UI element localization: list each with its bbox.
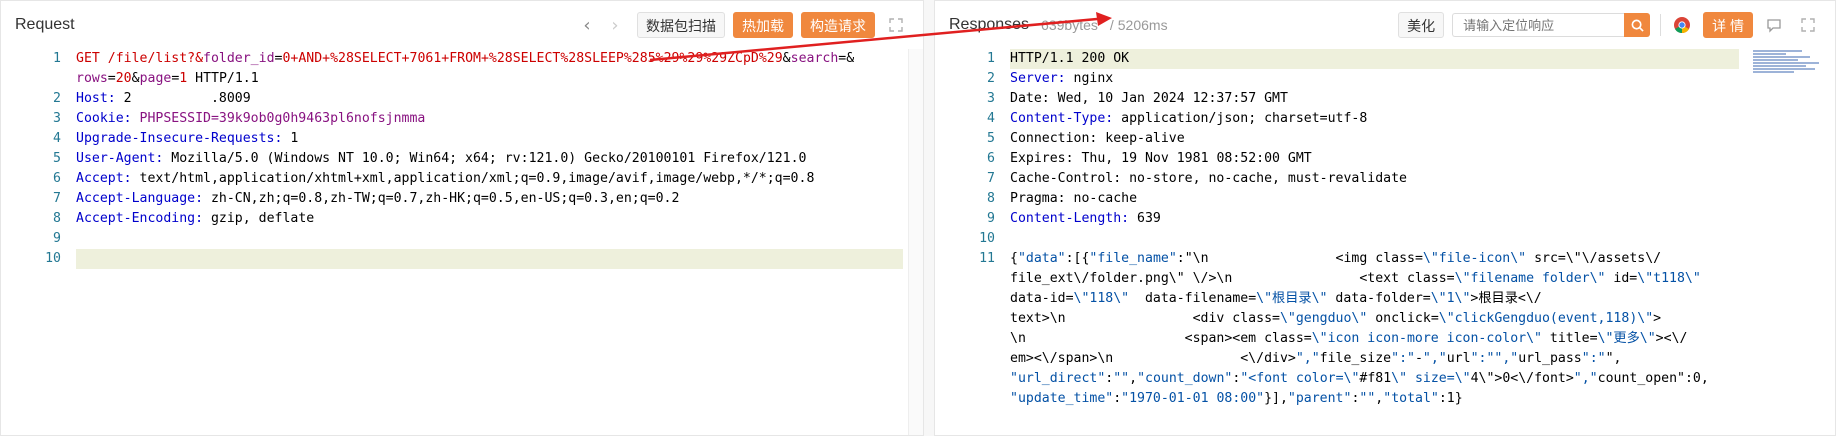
chrome-icon[interactable]	[1669, 12, 1695, 38]
request-line-numbers: 1 2 3 4 5 6 7 8 9 10	[1, 49, 61, 269]
request-line: Accept-Language: zh-CN,zh;q=0.8,zh-TW;q=…	[76, 191, 680, 206]
build-request-button[interactable]: 构造请求	[801, 12, 875, 38]
request-line: Host: 2 .8009	[76, 91, 251, 106]
comment-icon[interactable]	[1761, 12, 1787, 38]
request-line: Upgrade-Insecure-Requests: 1	[76, 131, 299, 146]
response-line: em><\/span>\n <\/div>","file_size":"-","…	[1010, 351, 1622, 366]
request-line: Cookie: PHPSESSID=39k9ob0g0h9463pl6nofsj…	[76, 111, 426, 126]
line-number: 11	[979, 251, 995, 266]
response-line: "url_direct":"","count_down":"<font colo…	[1010, 371, 1709, 386]
request-line	[76, 229, 903, 249]
expand-icon[interactable]	[1795, 12, 1821, 38]
line-number: 3	[53, 111, 61, 126]
request-line: rows=20&page=1 HTTP/1.1	[76, 71, 259, 86]
line-number: 6	[53, 171, 61, 186]
line-number	[935, 349, 995, 369]
request-header: Request ‹ › 数据包扫描 热加载 构造请求	[1, 1, 923, 49]
line-number	[935, 329, 995, 349]
response-line: Server: nginx	[1010, 71, 1114, 86]
line-number	[935, 409, 995, 429]
line-number	[1, 69, 61, 89]
response-line: \n <span><em class=\"icon icon-more icon…	[1010, 331, 1688, 346]
response-line: Cache-Control: no-store, no-cache, must-…	[1010, 171, 1407, 186]
forward-arrow-icon[interactable]: ›	[601, 11, 629, 39]
line-number: 6	[987, 151, 995, 166]
request-code[interactable]: GET /file/list?&folder_id=0+AND+%28SELEC…	[76, 49, 903, 269]
request-editor[interactable]: 1 2 3 4 5 6 7 8 9 10 GET /file/list?&folder_id=0+…	[1, 49, 923, 435]
line-number: 2	[987, 71, 995, 86]
response-line-numbers: 1 2 3 4 5 6 7 8 9 10 11	[935, 49, 995, 429]
response-header: Responses 639bytes / 5206ms 美化 详 情	[935, 1, 1835, 49]
request-line: GET /file/list?&folder_id=0+AND+%28SELEC…	[76, 51, 855, 66]
beautify-button[interactable]: 美化	[1398, 12, 1445, 38]
back-arrow-icon[interactable]: ‹	[573, 11, 601, 39]
detail-button[interactable]: 详 情	[1703, 12, 1753, 38]
line-number: 7	[987, 171, 995, 186]
line-number: 1	[53, 51, 61, 66]
response-line: "update_time":"1970-01-01 08:00"}],"pare…	[1010, 391, 1463, 406]
line-number: 5	[53, 151, 61, 166]
response-pane: Responses 639bytes / 5206ms 美化 详 情 1 2 3 4 5…	[934, 0, 1836, 436]
response-line: {"data":[{"file_name":"\n <img class=\"f…	[1010, 251, 1662, 266]
line-number: 10	[979, 231, 995, 246]
response-line: Content-Type: application/json; charset=…	[1010, 111, 1368, 126]
request-title: Request	[15, 16, 75, 33]
response-title: Responses	[949, 16, 1030, 33]
line-number: 7	[53, 191, 61, 206]
response-line: Expires: Thu, 19 Nov 1981 08:52:00 GMT	[1010, 151, 1312, 166]
response-size: 639bytes	[1041, 17, 1098, 33]
response-line: Pragma: no-cache	[1010, 191, 1138, 206]
search-button[interactable]	[1624, 13, 1651, 37]
response-line: HTTP/1.1 200 OK	[1010, 49, 1739, 69]
line-number: 9	[987, 211, 995, 226]
line-number: 8	[987, 191, 995, 206]
request-line: Accept-Encoding: gzip, deflate	[76, 211, 315, 226]
line-number: 2	[53, 91, 61, 106]
request-scrollbar[interactable]	[908, 49, 923, 435]
line-number: 1	[987, 51, 995, 66]
response-time: 5206ms	[1117, 17, 1168, 33]
request-line: User-Agent: Mozilla/5.0 (Windows NT 10.0…	[76, 151, 807, 166]
response-minimap[interactable]	[1753, 49, 1835, 89]
line-number	[935, 269, 995, 289]
request-line: Accept: text/html,application/xhtml+xml,…	[76, 171, 815, 186]
response-line: text>\n <div class=\"gengduo\" onclick=\…	[1010, 311, 1662, 326]
line-number	[935, 309, 995, 329]
response-line: data-id=\"118\" data-filename=\"根目录\" da…	[1010, 291, 1542, 306]
response-line: Connection: keep-alive	[1010, 131, 1185, 146]
response-line	[1010, 229, 1739, 249]
response-line: Content-Length: 639	[1010, 211, 1161, 226]
line-number: 4	[53, 131, 61, 146]
line-number	[935, 369, 995, 389]
line-number: 9	[53, 231, 61, 246]
response-search-input[interactable]	[1452, 13, 1625, 37]
line-number: 10	[45, 251, 61, 266]
response-code[interactable]: HTTP/1.1 200 OK Server: nginx Date: Wed, 1…	[1010, 49, 1739, 409]
line-number	[935, 389, 995, 409]
line-number: 4	[987, 111, 995, 126]
search-icon	[1631, 19, 1644, 32]
response-editor[interactable]: 1 2 3 4 5 6 7 8 9 10 11 HTTP/1.1 200 OK Server: ngi…	[935, 49, 1835, 435]
response-line: Date: Wed, 10 Jan 2024 12:37:57 GMT	[1010, 91, 1288, 106]
line-number: 3	[987, 91, 995, 106]
response-separator: /	[1109, 17, 1114, 33]
line-number: 5	[987, 131, 995, 146]
line-number	[935, 289, 995, 309]
toolbar-divider	[1660, 14, 1662, 36]
response-line: file_ext\/folder.png\" \/>\n <text class…	[1010, 271, 1701, 286]
expand-icon[interactable]	[883, 12, 909, 38]
hot-load-button[interactable]: 热加载	[733, 12, 793, 38]
line-number: 8	[53, 211, 61, 226]
packet-scan-button[interactable]: 数据包扫描	[637, 12, 725, 38]
request-pane: Request ‹ › 数据包扫描 热加载 构造请求 1 2 3 4 5 6 7 8 9 10 G…	[0, 0, 924, 436]
request-line	[76, 249, 903, 269]
